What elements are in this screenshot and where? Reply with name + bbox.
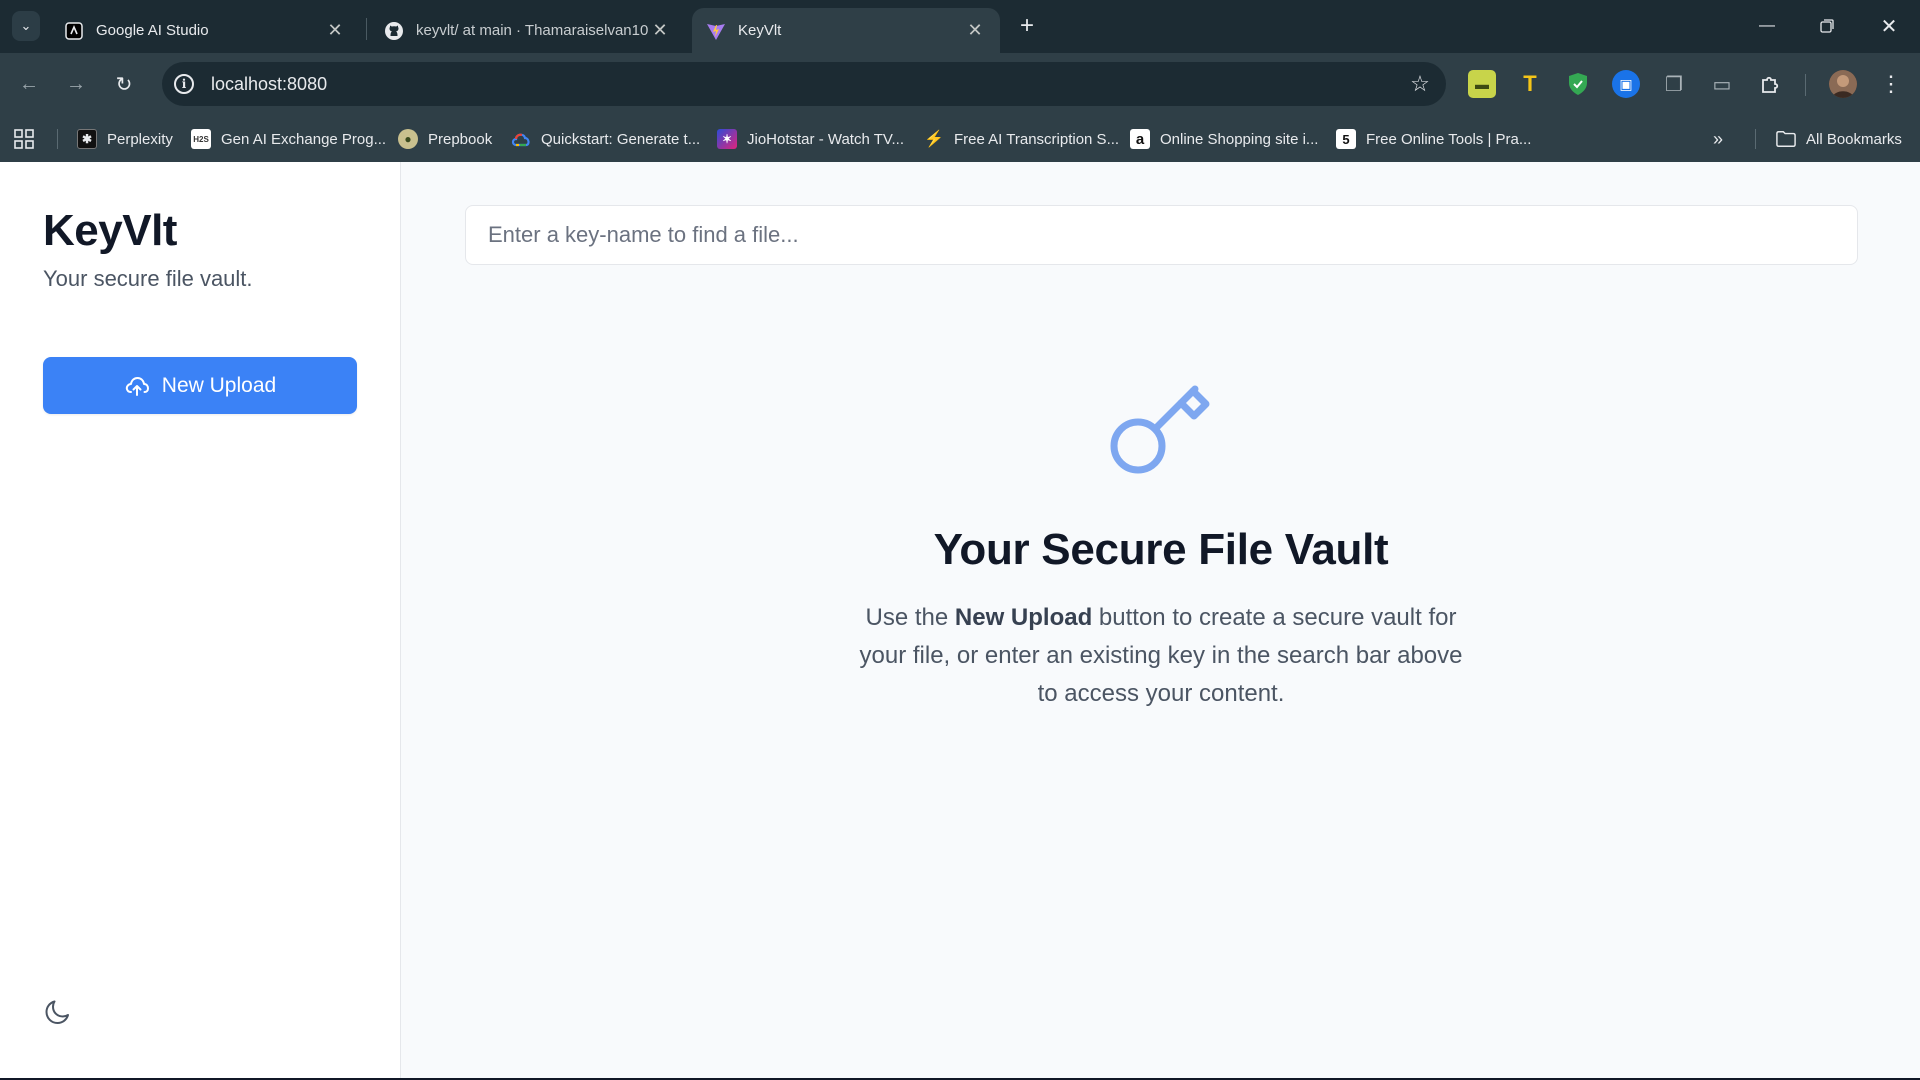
app-logo-title: KeyVlt <box>43 206 177 255</box>
browser-toolbar: ← → ↻ i localhost:8080 ☆ ▬ T ▣ ❐ ▭ ⋮ <box>0 53 1920 115</box>
url-text[interactable]: localhost:8080 <box>211 74 1402 95</box>
bookmark-amazon[interactable]: a Online Shopping site i... <box>1130 127 1318 151</box>
extension-blue-icon[interactable]: ▣ <box>1612 70 1640 98</box>
more-options-icon[interactable]: ⋮ <box>1877 70 1905 98</box>
chevron-double-right-icon: » <box>1713 128 1724 149</box>
copy-icon[interactable]: ❐ <box>1660 70 1688 98</box>
close-icon[interactable]: ✕ <box>649 20 671 42</box>
extension-t-icon[interactable]: T <box>1516 70 1544 98</box>
bookmark-label: Perplexity <box>107 130 173 148</box>
extension-icon[interactable]: ▬ <box>1468 70 1496 98</box>
bookmark-label: Prepbook <box>428 130 493 148</box>
reload-button[interactable]: ↻ <box>107 67 141 101</box>
tab-divider <box>366 18 367 40</box>
jiohotstar-icon: ✶ <box>717 129 737 149</box>
bookmark-transcription[interactable]: ⚡ Free AI Transcription S... <box>924 127 1119 151</box>
back-button[interactable]: ← <box>12 67 46 101</box>
bookmark-label: Online Shopping site i... <box>1160 130 1319 148</box>
github-icon <box>384 21 404 41</box>
all-bookmarks-button[interactable]: All Bookmarks <box>1776 127 1902 151</box>
puzzle-icon[interactable] <box>1756 70 1784 98</box>
tab-title: keyvlt/ at main · Thamaraiselvan10 <box>416 22 649 39</box>
main-content: Your Secure File Vault Use the New Uploa… <box>402 162 1920 1078</box>
lightning-icon: ⚡ <box>924 131 944 148</box>
bookmark-genai[interactable]: H2S Gen AI Exchange Prog... <box>191 127 386 151</box>
prepbook-icon: ● <box>398 129 418 149</box>
tab-google-ai-studio[interactable]: Google AI Studio ✕ <box>50 8 360 53</box>
cloud-upload-icon <box>125 376 149 396</box>
app-tagline: Your secure file vault. <box>43 266 253 291</box>
bookmark-perplexity[interactable]: ✱ Perplexity <box>77 127 173 151</box>
bookmark-label: Gen AI Exchange Prog... <box>221 130 387 148</box>
bookmark-label: JioHotstar - Watch TV... <box>747 130 904 148</box>
close-icon: ✕ <box>1880 15 1898 38</box>
minimize-button[interactable]: — <box>1744 8 1790 44</box>
arrow-right-icon: → <box>66 72 86 95</box>
bookmark-label: Free AI Transcription S... <box>954 130 1120 148</box>
theme-toggle-button[interactable] <box>42 996 74 1028</box>
minimize-icon: — <box>1759 17 1775 34</box>
sidebar: KeyVlt Your secure file vault. New Uploa… <box>0 162 401 1078</box>
ai-studio-icon <box>64 21 84 41</box>
upload-button-label: New Upload <box>161 373 277 397</box>
more-bookmarks-button[interactable]: » <box>1713 127 1723 151</box>
avatar[interactable] <box>1829 70 1857 98</box>
key-icon <box>1110 385 1210 474</box>
chevron-down-icon: ⌄ <box>20 18 32 33</box>
bookmark-prepbook[interactable]: ● Prepbook <box>398 127 492 151</box>
bookmark-label: Quickstart: Generate t... <box>541 130 701 148</box>
bookmark-quickstart[interactable]: Quickstart: Generate t... <box>511 127 700 151</box>
window-icon[interactable]: ▭ <box>1708 70 1736 98</box>
tab-search-button[interactable]: ⌄ <box>12 11 40 41</box>
amazon-icon: a <box>1130 129 1150 149</box>
close-window-button[interactable]: ✕ <box>1866 8 1912 44</box>
toolbar-divider <box>1805 74 1806 96</box>
google-cloud-icon <box>511 129 531 149</box>
apps-icon[interactable] <box>14 127 34 151</box>
bookmark-label: All Bookmarks <box>1806 130 1902 148</box>
bookmark-label: Free Online Tools | Pra... <box>1366 130 1532 148</box>
perplexity-icon: ✱ <box>77 129 97 149</box>
plus-icon: + <box>1019 12 1034 39</box>
hero-description: Use the New Upload button to create a se… <box>851 599 1471 713</box>
tab-keyvlt[interactable]: KeyVlt ✕ <box>692 8 1000 53</box>
reload-icon: ↻ <box>115 73 133 96</box>
browser-tab-strip: ⌄ Google AI Studio ✕ keyvlt/ at main · T… <box>0 0 1920 53</box>
bookmarks-bar: ✱ Perplexity H2S Gen AI Exchange Prog...… <box>0 115 1920 162</box>
bookmark-jiohotstar[interactable]: ✶ JioHotstar - Watch TV... <box>717 127 904 151</box>
info-icon[interactable]: i <box>174 74 194 94</box>
address-bar[interactable]: i localhost:8080 ☆ <box>162 62 1446 106</box>
hero-text-bold: New Upload <box>954 604 1093 631</box>
hero-title: Your Secure File Vault <box>933 525 1389 574</box>
shield-icon[interactable] <box>1564 70 1592 98</box>
tools-icon: 5 <box>1336 129 1356 149</box>
moon-icon <box>45 1000 69 1024</box>
new-tab-button[interactable]: + <box>1012 11 1042 41</box>
folder-icon <box>1776 129 1796 149</box>
vite-icon <box>706 21 726 41</box>
star-icon[interactable]: ☆ <box>1402 66 1438 102</box>
new-upload-button[interactable]: New Upload <box>43 357 357 414</box>
tab-github[interactable]: keyvlt/ at main · Thamaraiselvan10 ✕ <box>370 8 685 53</box>
tab-title: KeyVlt <box>738 22 782 39</box>
bookmarks-divider <box>57 129 58 149</box>
close-icon[interactable]: ✕ <box>324 20 346 42</box>
bookmarks-divider <box>1755 129 1756 149</box>
bookmark-tools[interactable]: 5 Free Online Tools | Pra... <box>1336 127 1531 151</box>
tab-title: Google AI Studio <box>96 22 209 39</box>
hero-text-before: Use the <box>865 604 955 631</box>
genai-icon: H2S <box>191 129 211 149</box>
restore-icon <box>1820 19 1834 33</box>
restore-button[interactable] <box>1804 8 1850 44</box>
close-icon[interactable]: ✕ <box>964 20 986 42</box>
arrow-left-icon: ← <box>19 72 39 95</box>
key-search-input[interactable] <box>465 205 1858 265</box>
forward-button[interactable]: → <box>59 67 93 101</box>
